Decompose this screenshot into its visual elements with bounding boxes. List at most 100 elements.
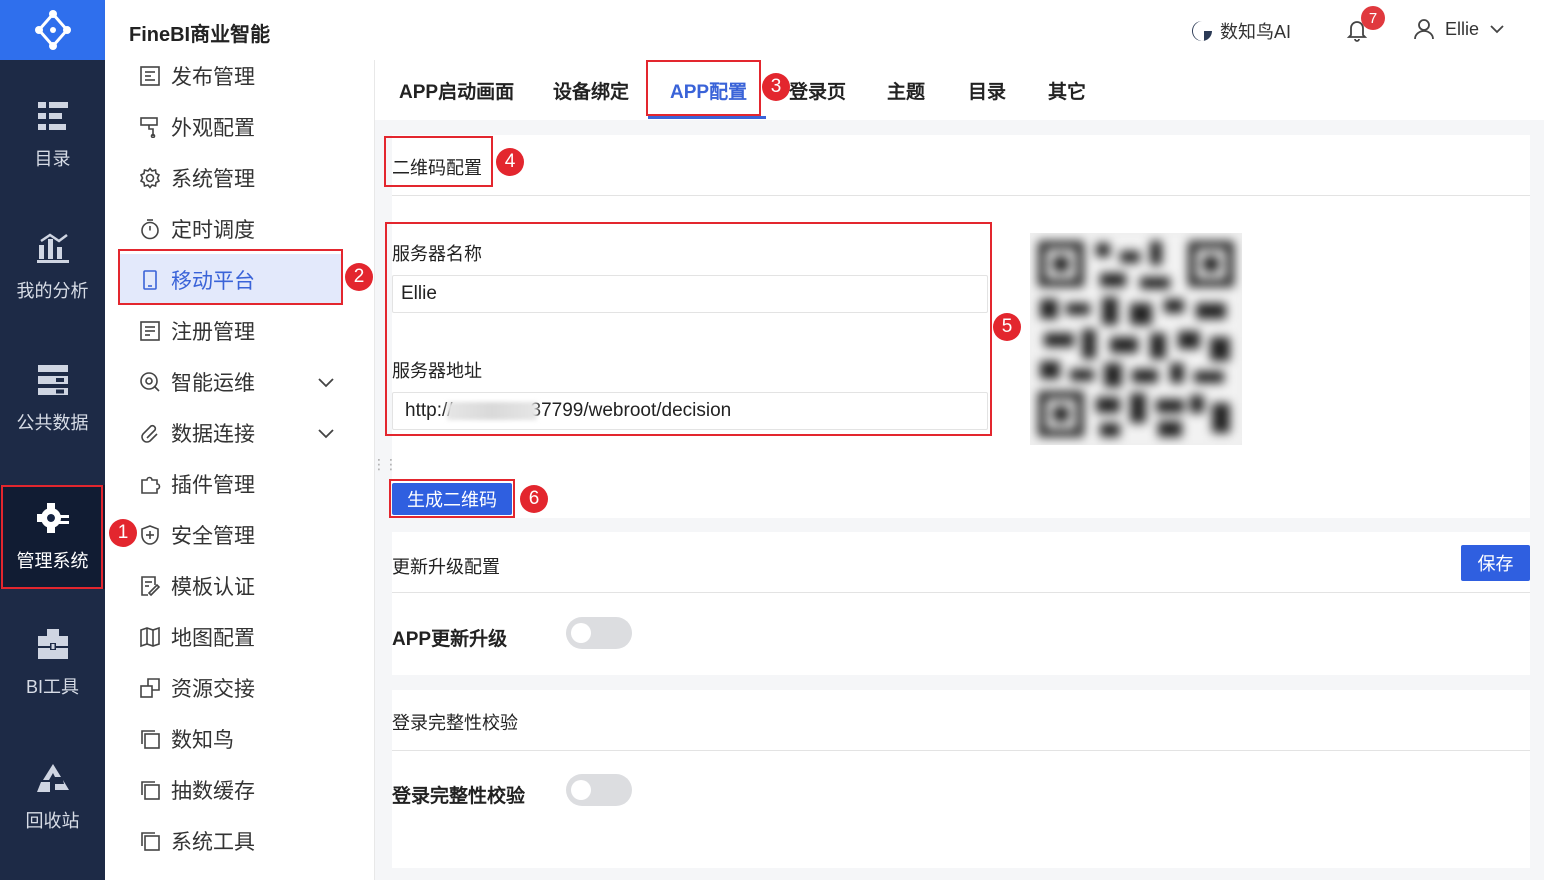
public-data-icon	[36, 363, 70, 397]
menu-item-schedule[interactable]: 定时调度	[105, 203, 375, 254]
menu-item-label: 移动平台	[171, 269, 255, 293]
rail-item-management[interactable]: 管理系统	[0, 485, 105, 589]
register-icon	[140, 320, 160, 341]
menu-item-system-tools[interactable]: 系统工具	[105, 815, 375, 866]
ai-label: 数知鸟AI	[1220, 22, 1292, 42]
menu-item-label: 数知鸟	[171, 728, 234, 752]
menu-item-label: 安全管理	[171, 524, 255, 548]
rail-item-public-data[interactable]: 公共数据	[0, 347, 105, 451]
menu-item-label: 数据连接	[171, 422, 255, 446]
menu-item-label: 智能运维	[171, 371, 255, 395]
management-menu: 发布管理 外观配置 系统管理 定时调度 移动平台 注册管理 智能运维 数据连接 …	[105, 60, 375, 880]
menu-item-plugin[interactable]: 插件管理	[105, 458, 375, 509]
timer-icon	[141, 218, 159, 239]
app-update-toggle[interactable]	[566, 617, 632, 649]
menu-item-handover[interactable]: 资源交接	[105, 662, 375, 713]
qr-code-image	[1030, 233, 1242, 445]
update-config-title: 更新升级配置	[392, 557, 500, 577]
menu-item-label: 抽数缓存	[171, 779, 255, 803]
menu-item-label: 发布管理	[171, 65, 255, 89]
copy-icon	[141, 831, 160, 851]
rail-item-label: 公共数据	[16, 413, 89, 433]
ai-bird-icon	[1192, 21, 1212, 42]
copy-icon	[141, 780, 160, 800]
server-name-label: 服务器名称	[392, 244, 482, 264]
menu-item-label: 外观配置	[171, 116, 255, 140]
menu-item-data-connection[interactable]: 数据连接	[105, 407, 375, 458]
gear-icon	[139, 166, 161, 189]
menu-item-publish[interactable]: 发布管理	[105, 50, 375, 101]
rail-item-recycle[interactable]: 回收站	[0, 745, 105, 849]
appearance-icon	[140, 116, 158, 138]
finebi-logo-icon[interactable]	[0, 0, 105, 60]
server-address-input[interactable]: http:// 37799/webroot/decision	[392, 392, 988, 430]
menu-item-label: 注册管理	[171, 320, 255, 344]
tab-app-config[interactable]: APP配置	[670, 60, 747, 120]
redacted-host	[446, 402, 537, 420]
qr-code-pattern	[1030, 233, 1242, 445]
update-config-panel: 更新升级配置 保存 APP更新升级	[392, 532, 1530, 675]
app-title: FineBI商业智能	[129, 24, 271, 46]
save-button[interactable]: 保存	[1461, 545, 1530, 581]
menu-item-template-auth[interactable]: 模板认证	[105, 560, 375, 611]
handover-icon	[140, 677, 160, 698]
rail-item-bi-tools[interactable]: BI工具	[0, 611, 105, 715]
login-integrity-label: 登录完整性校验	[392, 786, 526, 807]
rail-item-label: 我的分析	[16, 281, 89, 301]
tab-login-page[interactable]: 登录页	[789, 60, 846, 120]
annotation-number: 5	[993, 313, 1021, 341]
divider	[392, 592, 1530, 593]
qr-config-title: 二维码配置	[392, 158, 482, 178]
menu-item-system[interactable]: 系统管理	[105, 152, 375, 203]
menu-item-shuzhiniao[interactable]: 数知鸟	[105, 713, 375, 764]
menu-item-mobile-platform[interactable]: 移动平台	[120, 254, 342, 305]
tab-other[interactable]: 其它	[1048, 60, 1086, 120]
chevron-down-icon[interactable]	[317, 373, 335, 391]
login-integrity-toggle[interactable]	[566, 774, 632, 806]
notification-badge: 7	[1361, 6, 1385, 30]
divider	[392, 195, 1530, 196]
rail-item-label: 目录	[34, 149, 71, 169]
chevron-down-icon[interactable]	[317, 424, 335, 442]
menu-item-register[interactable]: 注册管理	[105, 305, 375, 356]
publish-icon	[140, 65, 160, 86]
rail-item-analysis[interactable]: 我的分析	[0, 215, 105, 319]
ops-icon	[140, 371, 160, 392]
tab-bar: APP启动画面 设备绑定 APP配置 登录页 主题 目录 其它	[375, 60, 1544, 120]
rail-item-catalog[interactable]: 目录	[0, 83, 105, 187]
tab-app-splash[interactable]: APP启动画面	[399, 60, 514, 120]
mobile-icon	[143, 269, 157, 290]
copy-icon	[141, 729, 160, 749]
annotation-number: 4	[496, 148, 524, 176]
login-integrity-panel: 登录完整性校验 登录完整性校验	[392, 690, 1530, 868]
tab-catalog[interactable]: 目录	[968, 60, 1006, 120]
menu-item-map[interactable]: 地图配置	[105, 611, 375, 662]
user-menu[interactable]: Ellie	[1413, 18, 1505, 40]
ai-assistant-button[interactable]: 数知鸟AI	[1190, 18, 1291, 44]
menu-item-security[interactable]: 安全管理	[105, 509, 375, 560]
server-address-suffix: 37799/webroot/decision	[530, 400, 732, 421]
recycle-icon	[36, 761, 70, 795]
menu-item-label: 插件管理	[171, 473, 255, 497]
toggle-knob	[571, 623, 591, 643]
rail-item-label: 管理系统	[16, 551, 89, 571]
chevron-down-icon	[1490, 25, 1504, 34]
menu-item-label: 系统管理	[171, 167, 255, 191]
server-name-input[interactable]: Ellie	[392, 275, 988, 313]
menu-item-label: 定时调度	[171, 218, 255, 242]
generate-qr-button[interactable]: 生成二维码	[392, 483, 512, 515]
tab-device-binding[interactable]: 设备绑定	[553, 60, 629, 120]
active-tab-indicator	[648, 116, 766, 119]
server-address-label: 服务器地址	[392, 361, 482, 381]
menu-item-ops[interactable]: 智能运维	[105, 356, 375, 407]
rail-item-label: 回收站	[25, 811, 80, 831]
user-name: Ellie	[1445, 18, 1480, 39]
menu-item-label: 系统工具	[171, 830, 255, 854]
menu-item-extract-cache[interactable]: 抽数缓存	[105, 764, 375, 815]
tab-theme[interactable]: 主题	[887, 60, 925, 120]
server-name-value: Ellie	[401, 283, 437, 304]
management-gear-icon	[36, 501, 70, 535]
annotation-number: 1	[109, 519, 137, 547]
menu-item-appearance[interactable]: 外观配置	[105, 101, 375, 152]
qr-config-panel: 二维码配置 服务器名称 Ellie 服务器地址 http:// 37799/we…	[392, 135, 1530, 518]
